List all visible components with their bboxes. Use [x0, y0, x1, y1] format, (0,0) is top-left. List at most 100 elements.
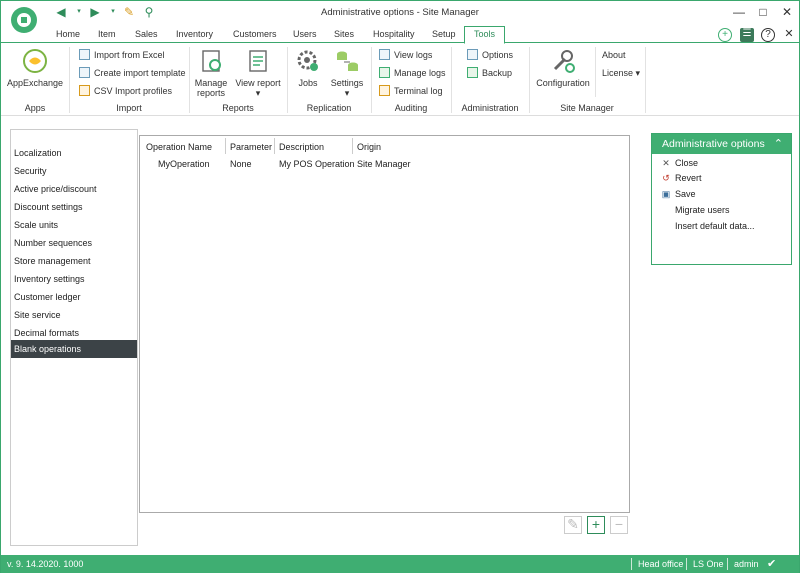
- pencil-icon: ✎: [567, 516, 579, 532]
- appexchange-icon: [23, 49, 47, 73]
- view-report-button[interactable]: View report ▾: [234, 48, 282, 98]
- add-circle-icon[interactable]: +: [718, 28, 732, 42]
- column-divider: [225, 138, 226, 154]
- tab-inventory[interactable]: Inventory: [176, 29, 213, 39]
- help-icon[interactable]: ?: [761, 28, 775, 42]
- tab-tools[interactable]: Tools: [464, 26, 506, 44]
- title-bar: ◀ ▾ ▶ ▾ ✎ ⚲ Administrative options - Sit…: [1, 1, 799, 33]
- table-cell[interactable]: MyOperation: [158, 159, 210, 169]
- migrate-users-action[interactable]: Migrate users: [675, 203, 730, 217]
- column-header[interactable]: Description: [279, 142, 324, 152]
- close-window-button[interactable]: ✕: [777, 4, 797, 20]
- replication-settings-icon: [337, 51, 358, 71]
- admin-panel-header[interactable]: Administrative options ⌃: [652, 134, 791, 154]
- blank-operations-grid: Operation Name Parameter Description Ori…: [139, 135, 630, 513]
- table-cell[interactable]: My POS Operation: [279, 159, 355, 169]
- close-action[interactable]: ✕ Close: [660, 156, 698, 170]
- status-separator: [727, 558, 728, 570]
- settings-button[interactable]: Settings ▾: [327, 48, 367, 98]
- save-icon: ▣: [661, 189, 671, 199]
- column-divider: [274, 138, 275, 154]
- tab-home[interactable]: Home: [56, 29, 80, 39]
- create-import-template-button[interactable]: Create import template: [79, 67, 186, 81]
- manage-logs-button[interactable]: Manage logs: [379, 67, 446, 81]
- revert-icon: ↺: [662, 173, 670, 183]
- jobs-button[interactable]: Jobs: [293, 48, 323, 88]
- nav-item[interactable]: Store management: [11, 252, 137, 270]
- group-administration-label: Administration: [461, 103, 519, 113]
- group-apps-label: Apps: [24, 103, 46, 113]
- minus-icon: −: [614, 516, 624, 532]
- tab-item[interactable]: Item: [98, 29, 116, 39]
- jobs-gear-icon: [297, 50, 318, 71]
- insert-default-data-action[interactable]: Insert default data...: [675, 219, 755, 233]
- ribbon-separator: [595, 47, 596, 97]
- tab-setup[interactable]: Setup: [432, 29, 456, 39]
- revert-action[interactable]: ↺ Revert: [660, 171, 701, 185]
- csv-import-profiles-button[interactable]: CSV Import profiles: [79, 85, 172, 99]
- nav-item[interactable]: Active price/discount: [11, 180, 137, 198]
- tab-customers[interactable]: Customers: [233, 29, 277, 39]
- excel-icon: [79, 49, 90, 60]
- close-ribbon-icon[interactable]: ✕: [782, 28, 796, 42]
- manage-reports-button[interactable]: Manage reports: [193, 48, 229, 98]
- user-label: admin: [734, 559, 759, 569]
- tab-sites[interactable]: Sites: [334, 29, 354, 39]
- nav-item[interactable]: Number sequences: [11, 234, 137, 252]
- column-header[interactable]: Origin: [357, 142, 381, 152]
- backup-button[interactable]: Backup: [467, 67, 512, 81]
- group-import-label: Import: [116, 103, 142, 113]
- nav-item[interactable]: Inventory settings: [11, 270, 137, 288]
- view-logs-button[interactable]: View logs: [379, 49, 432, 63]
- template-icon: [79, 67, 90, 78]
- terminal-log-icon: [379, 85, 390, 96]
- tab-hospitality[interactable]: Hospitality: [373, 29, 415, 39]
- book-icon[interactable]: ☰: [740, 28, 754, 42]
- group-auditing-label: Auditing: [394, 103, 428, 113]
- column-header[interactable]: Parameter: [230, 142, 272, 152]
- view-report-icon: [249, 50, 267, 72]
- status-check-icon[interactable]: ✔: [767, 555, 776, 573]
- license-button[interactable]: License ▾: [602, 67, 640, 81]
- save-action[interactable]: ▣ Save: [660, 187, 696, 201]
- tab-users[interactable]: Users: [293, 29, 317, 39]
- group-site-manager-label: Site Manager: [560, 103, 614, 113]
- table-cell[interactable]: None: [230, 159, 252, 169]
- configuration-button[interactable]: Configuration: [535, 48, 591, 88]
- nav-item[interactable]: Customer ledger: [11, 288, 137, 306]
- status-separator: [686, 558, 687, 570]
- about-button[interactable]: About: [602, 49, 626, 63]
- manage-logs-icon: [379, 67, 390, 78]
- nav-item-selected[interactable]: Blank operations: [11, 340, 137, 358]
- maximize-button[interactable]: □: [753, 4, 773, 20]
- nav-item[interactable]: Localization: [11, 144, 137, 162]
- chevron-down-icon: ▾: [255, 88, 261, 98]
- nav-item[interactable]: Site service: [11, 306, 137, 324]
- group-reports-label: Reports: [222, 103, 254, 113]
- nav-item[interactable]: Security: [11, 162, 137, 180]
- terminal-log-button[interactable]: Terminal log: [379, 85, 443, 99]
- nav-item[interactable]: Scale units: [11, 216, 137, 234]
- table-cell[interactable]: Site Manager: [357, 159, 411, 169]
- column-header[interactable]: Operation Name: [146, 142, 212, 152]
- nav-item[interactable]: Discount settings: [11, 198, 137, 216]
- product-label: LS One: [693, 559, 724, 569]
- chevron-up-icon[interactable]: ⌃: [774, 134, 783, 154]
- chevron-down-icon: ▾: [344, 88, 350, 98]
- chevron-down-icon: ▾: [635, 68, 641, 78]
- options-button[interactable]: Options: [467, 49, 513, 63]
- ribbon-separator: [645, 47, 646, 113]
- add-button[interactable]: +: [587, 516, 605, 534]
- edit-button[interactable]: ✎: [564, 516, 582, 534]
- close-icon: ✕: [662, 158, 670, 168]
- settings-nav: Localization Security Active price/disco…: [10, 129, 138, 546]
- administrative-options-panel: Administrative options ⌃ ✕ Close ↺ Revert …: [651, 133, 792, 265]
- minimize-button[interactable]: —: [729, 4, 749, 20]
- tab-sales[interactable]: Sales: [135, 29, 158, 39]
- options-icon: [467, 49, 478, 60]
- csv-icon: [79, 85, 90, 96]
- appexchange-button[interactable]: AppExchange: [7, 48, 63, 88]
- remove-button[interactable]: −: [610, 516, 628, 534]
- manage-reports-icon: [202, 50, 221, 72]
- import-from-excel-button[interactable]: Import from Excel: [79, 49, 165, 63]
